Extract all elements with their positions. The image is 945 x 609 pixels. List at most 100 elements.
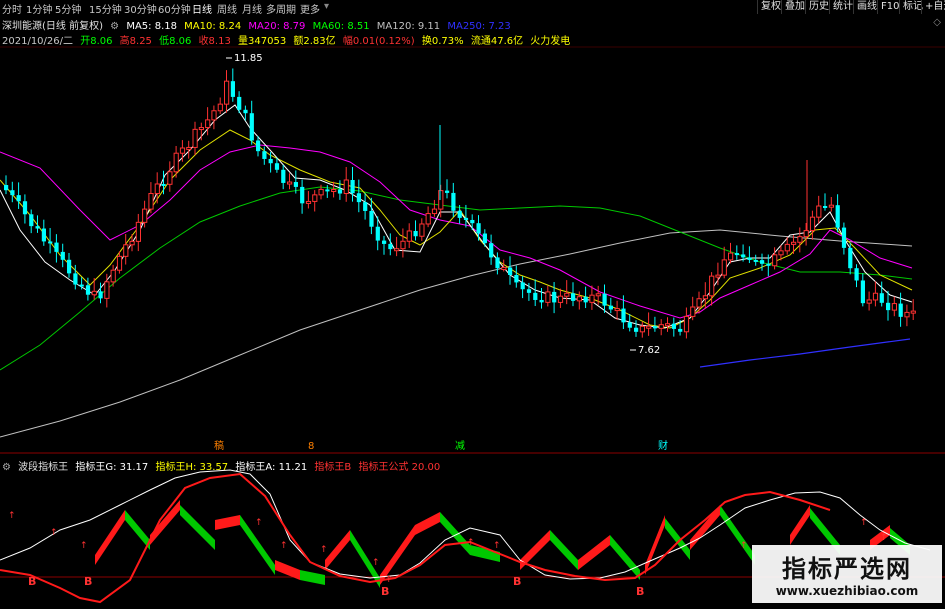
candle-body xyxy=(457,210,462,218)
event-tag-eight[interactable]: 8 xyxy=(308,441,314,452)
candle-body xyxy=(557,295,564,303)
event-tag-finance[interactable]: 财 xyxy=(658,439,668,452)
candle-body xyxy=(683,315,690,333)
candle-body xyxy=(41,228,46,242)
candle-body xyxy=(262,151,267,159)
candle-body xyxy=(167,171,173,185)
buy-arrow-icon: ↑ xyxy=(467,538,475,548)
buy-arrow-icon: ↑ xyxy=(493,541,501,551)
candle-body xyxy=(741,254,746,258)
candle-body xyxy=(281,169,286,183)
candle-body xyxy=(10,190,15,196)
candle-body xyxy=(791,241,797,245)
candle-body xyxy=(552,291,557,303)
candle-body xyxy=(571,293,576,301)
wave-fall xyxy=(720,505,755,565)
candle-body xyxy=(728,252,734,261)
candle-body xyxy=(860,280,865,304)
candle-body xyxy=(293,182,298,187)
candle-body xyxy=(356,193,361,203)
candle-body xyxy=(778,250,784,256)
candle-body xyxy=(533,292,538,300)
candle-body xyxy=(179,147,186,154)
candle-body xyxy=(287,181,293,185)
candle-body xyxy=(451,192,456,211)
indicator-settings-icon[interactable]: ⚙ xyxy=(2,462,11,473)
candle-body xyxy=(4,185,9,191)
candle-body xyxy=(67,259,72,274)
candle-body xyxy=(274,163,280,170)
candle-body xyxy=(910,310,916,314)
candle-body xyxy=(621,308,626,323)
candle-body xyxy=(192,128,198,148)
candle-body xyxy=(835,205,840,228)
ma5-line xyxy=(0,104,913,329)
candle-body xyxy=(891,303,897,311)
buy-arrow-icon: ↑ xyxy=(280,541,288,551)
candle-body xyxy=(85,285,91,295)
event-tag-draft[interactable]: 稿 xyxy=(214,439,224,452)
candle-body xyxy=(495,257,500,269)
candle-body xyxy=(809,216,816,232)
candle-body xyxy=(886,302,891,311)
wave-rise xyxy=(215,515,240,530)
wave-fall xyxy=(665,518,690,560)
high-price-label: 11.85 xyxy=(234,53,263,64)
candle-body xyxy=(634,327,639,332)
candle-body xyxy=(16,195,21,202)
candle-body xyxy=(217,103,223,112)
indicator-b-label: 指标王B xyxy=(314,462,352,473)
candle-body xyxy=(721,259,727,276)
candle-body xyxy=(797,236,803,243)
candle-body xyxy=(142,208,148,223)
candle-body xyxy=(60,251,65,260)
candle-body xyxy=(646,325,652,329)
candle-body xyxy=(29,214,34,227)
candle-body xyxy=(35,226,40,229)
candle-body xyxy=(828,204,834,208)
candle-body xyxy=(154,183,160,195)
candle-body xyxy=(300,186,305,204)
candle-body xyxy=(470,219,475,224)
ma250-line xyxy=(699,338,911,368)
candle-body xyxy=(589,294,595,303)
candle-body xyxy=(431,208,438,215)
candle-body xyxy=(224,80,230,105)
candle-body xyxy=(22,201,28,215)
wave-fall xyxy=(440,512,470,555)
candle-body xyxy=(526,289,532,293)
buy-arrow-icon: ↑ xyxy=(860,518,868,528)
wave-rise xyxy=(578,535,610,570)
candle-body xyxy=(249,113,254,141)
wave-fall xyxy=(610,535,640,580)
candle-body xyxy=(318,188,324,196)
buy-arrow-icon: ↑ xyxy=(255,518,263,528)
candle-body xyxy=(343,179,349,195)
candle-body xyxy=(508,267,513,275)
candles-group xyxy=(4,68,916,339)
candle-body xyxy=(848,247,853,269)
indicator-name[interactable]: 波段指标王 xyxy=(18,462,68,473)
candle-body xyxy=(545,291,551,303)
candle-body xyxy=(173,152,179,173)
candle-body xyxy=(363,202,368,211)
candle-body xyxy=(394,248,400,252)
candle-body xyxy=(419,223,425,237)
candle-body xyxy=(678,328,683,332)
candle-body xyxy=(696,298,702,308)
buy-arrow-icon: ↑ xyxy=(740,541,748,551)
candle-body xyxy=(904,311,910,318)
candle-body xyxy=(198,127,205,131)
indicator-red-line xyxy=(0,472,831,604)
watermark: 指标严选网 www.xuezhibiao.com xyxy=(752,545,942,603)
candle-body xyxy=(489,243,494,258)
candlestick-chart[interactable]: 11.85 7.62 稿 8 减 财 ↑↑↑↑↑ ↑↑↑↑ ↑ ↑↑↑B BBBB xyxy=(0,0,945,609)
event-tag-reduce[interactable]: 减 xyxy=(455,440,465,452)
candle-body xyxy=(425,213,431,225)
wave-rise xyxy=(415,512,440,535)
candle-body xyxy=(110,269,116,283)
candle-body xyxy=(79,284,84,287)
buy-arrow-icon: ↑ xyxy=(320,545,328,555)
buy-signal-b: B xyxy=(381,585,389,598)
candle-body xyxy=(576,296,582,302)
